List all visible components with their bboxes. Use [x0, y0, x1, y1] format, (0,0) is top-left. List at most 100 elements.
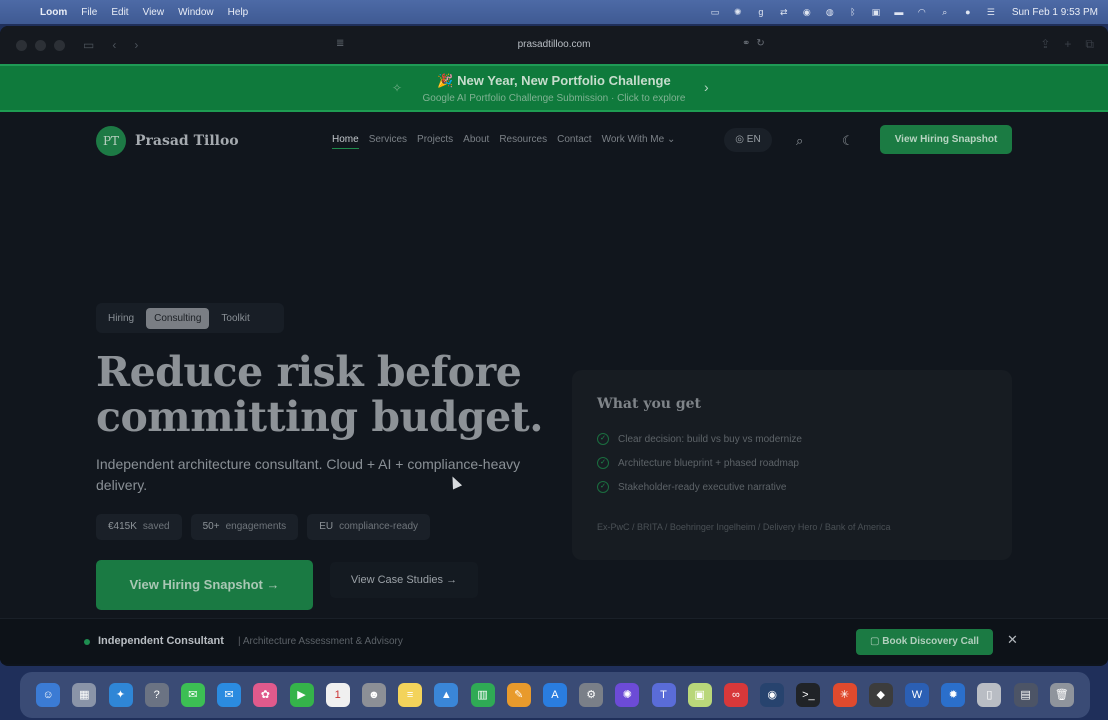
menu-file[interactable]: File — [81, 7, 97, 18]
menu-help[interactable]: Help — [228, 7, 249, 18]
list-item: ✓ Stakeholder-ready executive narrative — [597, 475, 802, 499]
pages-icon[interactable]: ✎ — [506, 683, 531, 707]
book-discovery-call-label: Book Discovery Call — [882, 636, 979, 647]
tab-consulting[interactable]: Consulting — [146, 307, 210, 329]
reload-icon[interactable]: ↻ — [756, 38, 764, 49]
preview-icon[interactable]: ▣ — [687, 683, 712, 707]
check-circle-icon: ✓ — [597, 481, 609, 493]
claude-icon[interactable]: ✳ — [832, 683, 857, 707]
language-switcher[interactable]: ◎ EN — [724, 128, 772, 152]
bottom-bar-tagline: | Architecture Assessment & Advisory — [238, 636, 403, 647]
tab-overview-icon[interactable]: ⧉ — [1085, 37, 1094, 52]
search-icon[interactable]: ⌕ — [796, 133, 803, 149]
calendar-app-icon[interactable]: 1 — [325, 683, 350, 707]
stat-value: EU — [319, 521, 334, 532]
display-icon[interactable]: ▣ — [870, 7, 882, 17]
stat-label: saved — [142, 521, 170, 532]
menu-view[interactable]: View — [143, 7, 165, 18]
messages-icon[interactable]: ✉ — [180, 683, 205, 707]
logo-name[interactable]: Prasad Tilloo — [135, 133, 239, 149]
stack-folder-icon[interactable]: ▤ — [1013, 683, 1038, 707]
client-list: Ex-PwC / BRITA / Boehringer Ingelheim / … — [597, 522, 891, 532]
numbers-icon[interactable]: ▥ — [470, 683, 495, 707]
stat-badge: 50+ engagements — [190, 514, 299, 540]
check-circle-icon: ✓ — [597, 457, 609, 469]
bluetooth-icon[interactable]: ᛒ — [847, 7, 859, 17]
view-case-studies-button[interactable]: View Case Studies → — [330, 562, 478, 598]
grammarly-icon[interactable]: g — [755, 7, 767, 17]
infinity-app-icon[interactable]: ∞ — [723, 683, 748, 707]
record-icon[interactable]: ◉ — [801, 7, 813, 17]
vpn-icon[interactable]: ◍ — [824, 7, 836, 17]
app-store-icon[interactable]: A — [542, 683, 567, 707]
app-menu-loom[interactable]: Loom — [40, 7, 67, 18]
list-item: ✓ Clear decision: build vs buy vs modern… — [597, 427, 802, 451]
sticky-bottom-bar: Independent Consultant | Architecture As… — [0, 618, 1108, 664]
loom-app-icon[interactable]: ✺ — [615, 683, 640, 707]
book-discovery-call-button[interactable]: ▢ Book Discovery Call — [856, 629, 993, 655]
list-item-text: Architecture blueprint + phased roadmap — [618, 457, 799, 469]
macos-dock: ☺ ▦ ✦ ? ✉ ✉ ✿ ▶ 1 ☻ ≡ ▲ ▥ ✎ A ⚙ ✺ T ▣ ∞ … — [20, 672, 1090, 718]
help-icon[interactable]: ? — [144, 683, 169, 707]
main-nav: Home Services Projects About Resources C… — [332, 134, 675, 149]
safari-icon[interactable]: ✦ — [108, 683, 133, 707]
address-bar[interactable]: prasadtilloo.com — [0, 39, 1108, 50]
nav-contact[interactable]: Contact — [557, 134, 591, 149]
nav-projects[interactable]: Projects — [417, 134, 453, 149]
nav-home[interactable]: Home — [332, 134, 359, 149]
facetime-icon[interactable]: ▶ — [289, 683, 314, 707]
cursor-app-icon[interactable]: ◆ — [868, 683, 893, 707]
word-icon[interactable]: W — [904, 683, 929, 707]
teams-icon[interactable]: T — [651, 683, 676, 707]
notes-icon[interactable]: ≡ — [398, 683, 423, 707]
stats-row: €415K saved 50+ engagements EU complianc… — [96, 514, 431, 540]
nav-about[interactable]: About — [463, 134, 489, 149]
nav-services[interactable]: Services — [369, 134, 407, 149]
control-center-icon[interactable]: ☰ — [985, 7, 997, 17]
mail-icon[interactable]: ✉ — [217, 683, 242, 707]
audience-tabs: Hiring Consulting Toolkit — [96, 303, 284, 333]
battery-icon[interactable]: ▬ — [893, 7, 905, 17]
brightness-icon[interactable]: ✺ — [732, 7, 744, 17]
stat-badge: EU compliance-ready — [307, 514, 431, 540]
status-dot — [84, 639, 90, 645]
menu-edit[interactable]: Edit — [111, 7, 128, 18]
gear-app-icon[interactable]: ✹ — [941, 683, 966, 707]
hero-headline-line-1: Reduce risk before — [96, 348, 522, 396]
stat-value: €415K — [108, 521, 137, 532]
sync-icon[interactable]: ⇄ — [778, 7, 790, 17]
spotlight-search-icon[interactable]: ⌕ — [939, 7, 951, 17]
globe-icon: ◎ — [735, 134, 745, 145]
siri-icon[interactable]: ● — [962, 7, 974, 17]
wifi-icon[interactable]: ◠ — [916, 7, 928, 17]
translate-icon[interactable]: ⚭ — [742, 38, 750, 49]
new-tab-icon[interactable]: + — [1064, 37, 1071, 52]
macos-menu-bar: Loom File Edit View Window Help ▭ ✺ g ⇄ … — [0, 0, 1108, 24]
nav-work-with-me[interactable]: Work With Me ⌄ — [602, 134, 676, 149]
share-icon[interactable]: ⇪ — [1040, 37, 1050, 52]
logo-badge[interactable]: PT — [96, 126, 126, 156]
promo-banner[interactable]: ✧ 🎉 New Year, New Portfolio Challenge Go… — [0, 64, 1108, 112]
view-hiring-snapshot-button[interactable]: View Hiring Snapshot → — [96, 560, 313, 610]
chevron-right-icon[interactable]: › — [704, 79, 709, 95]
keynote-icon[interactable]: ▲ — [434, 683, 459, 707]
toolbar-right-actions: ⇪ + ⧉ — [1040, 37, 1094, 52]
trash-icon[interactable]: 🗑 — [1049, 683, 1074, 707]
view-hiring-snapshot-nav-button[interactable]: View Hiring Snapshot — [880, 125, 1012, 154]
tab-hiring[interactable]: Hiring — [100, 308, 142, 329]
monitor-app-icon[interactable]: ◉ — [760, 683, 785, 707]
menubar-clock[interactable]: Sun Feb 1 9:53 PM — [1012, 7, 1098, 18]
tab-toolkit[interactable]: Toolkit — [213, 308, 257, 329]
system-settings-icon[interactable]: ⚙ — [579, 683, 604, 707]
terminal-icon[interactable]: >_ — [796, 683, 821, 707]
nav-resources[interactable]: Resources — [499, 134, 547, 149]
finder-icon[interactable]: ☺ — [36, 683, 61, 707]
loom-status-icon[interactable]: ▭ — [709, 7, 721, 17]
photos-icon[interactable]: ✿ — [253, 683, 278, 707]
launchpad-icon[interactable]: ▦ — [72, 683, 97, 707]
document-icon[interactable]: ▯ — [977, 683, 1002, 707]
close-icon[interactable]: ✕ — [1007, 632, 1018, 648]
dark-mode-icon[interactable]: ☾ — [842, 133, 854, 149]
contacts-icon[interactable]: ☻ — [361, 683, 386, 707]
menu-window[interactable]: Window — [178, 7, 214, 18]
